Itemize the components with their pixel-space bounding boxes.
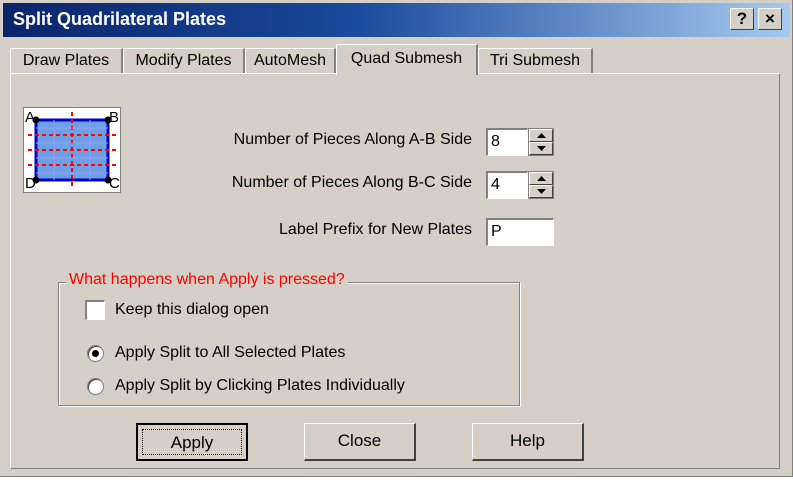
pieces-ab-spinner [528, 128, 554, 156]
apply-individually-label[interactable]: Apply Split by Clicking Plates Individua… [115, 377, 405, 395]
help-button[interactable]: Help [472, 423, 584, 461]
apply-all-selected-label[interactable]: Apply Split to All Selected Plates [115, 344, 345, 362]
keep-dialog-open-label[interactable]: Keep this dialog open [115, 301, 269, 319]
close-title-button[interactable]: × [758, 8, 782, 30]
tab-quad-submesh[interactable]: Quad Submesh [336, 44, 478, 75]
pieces-bc-spinner [528, 171, 554, 199]
down-arrow-icon [537, 146, 546, 151]
corner-c-label: C [109, 175, 120, 192]
pieces-ab-decrement-button[interactable] [529, 142, 553, 155]
up-arrow-icon [537, 133, 546, 138]
apply-all-selected-radio[interactable] [87, 345, 104, 362]
title-bar[interactable]: Split Quadrilateral Plates ? × [3, 3, 790, 37]
radio-selected-dot [92, 350, 99, 357]
tab-automesh[interactable]: AutoMesh [245, 48, 336, 74]
tab-draw-plates[interactable]: Draw Plates [10, 48, 123, 74]
pieces-ab-input[interactable]: 8 [486, 128, 528, 156]
tab-modify-plates[interactable]: Modify Plates [123, 48, 245, 74]
apply-behavior-legend: What happens when Apply is pressed? [66, 271, 348, 289]
pieces-bc-decrement-button[interactable] [529, 185, 553, 198]
split-quadrilateral-plates-dialog: Split Quadrilateral Plates ? × Draw Plat… [0, 0, 793, 477]
apply-individually-radio[interactable] [87, 378, 104, 395]
quad-split-preview-icon: A B C D [23, 107, 121, 193]
pieces-bc-label: Number of Pieces Along B-C Side [231, 174, 472, 191]
window-title: Split Quadrilateral Plates [13, 9, 227, 29]
corner-b-label: B [109, 109, 119, 126]
pieces-ab-label: Number of Pieces Along A-B Side [233, 131, 472, 148]
label-prefix-input[interactable]: P [486, 218, 554, 246]
pieces-bc-input[interactable]: 4 [486, 171, 528, 199]
keep-dialog-open-checkbox[interactable] [85, 300, 105, 320]
apply-button-label: Apply [142, 429, 242, 455]
corner-d-label: D [25, 175, 36, 192]
down-arrow-icon [537, 189, 546, 194]
quad-split-preview-graphic: A B C D [25, 109, 120, 192]
up-arrow-icon [537, 176, 546, 181]
close-button[interactable]: Close [304, 423, 416, 461]
apply-button[interactable]: Apply [136, 423, 248, 461]
help-title-button[interactable]: ? [730, 8, 754, 30]
corner-a-label: A [25, 109, 35, 126]
pieces-ab-increment-button[interactable] [529, 129, 553, 142]
tab-tri-submesh[interactable]: Tri Submesh [478, 48, 593, 74]
label-prefix-label: Label Prefix for New Plates [279, 221, 472, 238]
pieces-bc-increment-button[interactable] [529, 172, 553, 185]
